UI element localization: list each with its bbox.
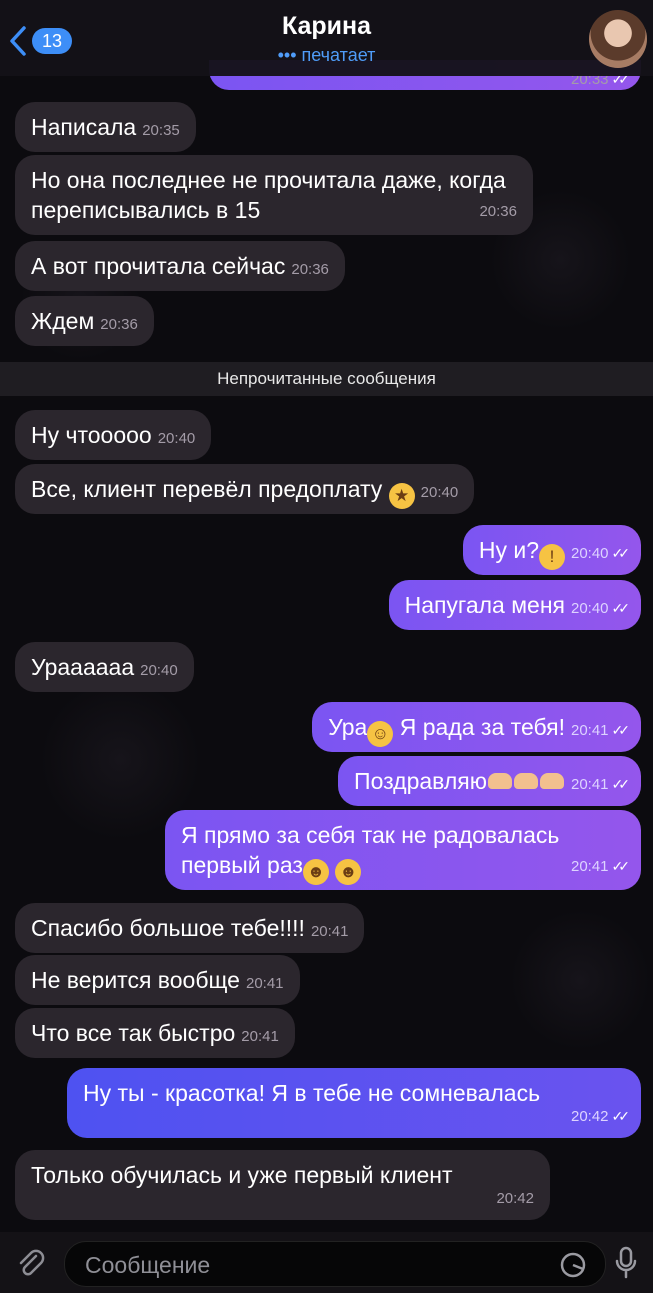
heart-hands-emoji-icon (539, 773, 564, 789)
message-text: Но она последнее не прочитала даже, когд… (31, 167, 506, 223)
message-text: Напугала меня (404, 592, 565, 618)
message-time: 20:40 (140, 662, 178, 679)
message-time: 20:41 (241, 1028, 279, 1045)
grinning-emoji-icon: ☻ (335, 859, 362, 885)
message-text: Не верится вообще (31, 967, 240, 993)
message-time: 20:42 (570, 1108, 609, 1125)
message-bubble-incoming[interactable]: Но она последнее не прочитала даже, когд… (15, 155, 533, 235)
message-bubble-outgoing[interactable]: Ну ты - красотка! Я в тебе не сомневалас… (67, 1068, 641, 1138)
message-meta: 20:42 ✓✓ (565, 1101, 631, 1132)
heart-hands-emoji-icon (513, 773, 538, 789)
microphone-icon[interactable] (615, 1246, 637, 1285)
message-text: Ждем (31, 308, 95, 334)
read-checkmarks-icon: ✓✓ (611, 545, 631, 561)
message-input[interactable]: Сообщение (64, 1241, 606, 1287)
message-time: 20:36 (479, 203, 517, 220)
read-checkmarks-icon: ✓✓ (611, 600, 631, 616)
typing-status: ••• печатает (277, 45, 376, 65)
message-meta: 20:41 ✓✓ (565, 851, 631, 882)
avatar[interactable] (589, 10, 647, 68)
heart-hands-emoji-icon (487, 773, 512, 789)
message-time: 20:35 (142, 122, 180, 139)
party-face-emoji-icon: ☺ (367, 721, 394, 747)
message-meta: 20:36 (473, 197, 517, 227)
message-bubble-outgoing[interactable]: Ну и?! 20:40 ✓✓ (462, 525, 641, 575)
message-bubble-outgoing[interactable]: Ура ☺ Я рада за тебя! 20:41 ✓✓ (312, 702, 641, 752)
sticker-icon[interactable] (559, 1251, 587, 1284)
message-time: 20:40 (420, 484, 459, 501)
message-time: 20:41 (310, 923, 349, 940)
message-text: Что все так быстро (31, 1020, 236, 1046)
message-time: 20:40 (570, 545, 609, 562)
message-time: 20:41 (570, 776, 609, 793)
message-time: 20:40 (570, 600, 609, 617)
message-text: Ну и? (478, 537, 539, 563)
message-text: Только обучилась и уже первый клиент (31, 1162, 453, 1188)
message-composer: Сообщение (0, 1232, 653, 1293)
unread-messages-divider: Непрочитанные сообщения (0, 362, 653, 396)
message-bubble-outgoing[interactable]: Поздравляю 20:41 ✓✓ (338, 756, 641, 806)
message-text: Все, клиент перевёл предоплату (31, 476, 383, 502)
message-bubble-incoming[interactable]: Ждем 20:36 (15, 296, 154, 346)
message-bubble-incoming[interactable]: Ну чтооооо 20:40 (15, 410, 212, 460)
message-text: Я рада за тебя! (399, 714, 565, 740)
chat-title[interactable]: Карина (0, 12, 653, 41)
message-text: Я прямо за себя так не радовалась первый… (181, 822, 560, 878)
message-text: Ура (328, 714, 368, 740)
message-text: Урааааaa (31, 654, 135, 680)
message-input-placeholder: Сообщение (85, 1252, 211, 1278)
message-meta: 20:42 (490, 1184, 534, 1214)
message-time: 20:41 (245, 975, 284, 992)
read-checkmarks-icon: ✓✓ (611, 776, 631, 792)
grinning-emoji-icon: ☻ (302, 859, 329, 885)
message-time: 20:41 (570, 722, 609, 739)
message-text: Поздравляю (354, 768, 487, 794)
message-bubble-outgoing[interactable]: Напугала меня 20:40 ✓✓ (388, 580, 641, 630)
message-bubble-incoming[interactable]: Написала 20:35 (15, 102, 196, 152)
message-bubble-incoming[interactable]: Урааааaa 20:40 (15, 642, 194, 692)
scared-emoji-icon: ! (538, 544, 565, 570)
read-checkmarks-icon: ✓✓ (611, 1108, 631, 1124)
chat-header: 13 Карина ••• печатает (0, 0, 653, 76)
message-time: 20:36 (291, 261, 329, 278)
paperclip-icon[interactable] (16, 1248, 46, 1285)
message-bubble-incoming[interactable]: А вот прочитала сейчас 20:36 (15, 241, 345, 291)
message-time: 20:41 (570, 858, 609, 875)
message-time: 20:40 (157, 430, 196, 447)
message-text: Написала (31, 114, 137, 140)
message-text: Ну чтооооо (31, 422, 152, 448)
message-bubble-incoming[interactable]: Что все так быстро 20:41 (15, 1008, 295, 1058)
message-time: 20:36 (100, 316, 138, 333)
message-bubble-outgoing[interactable]: Я прямо за себя так не радовалась первый… (165, 810, 641, 890)
message-bubble-incoming[interactable]: Спасибо большое тебе!!!! 20:41 (15, 903, 365, 953)
message-time: 20:42 (496, 1190, 534, 1207)
read-checkmarks-icon: ✓✓ (611, 722, 631, 738)
message-bubble-incoming[interactable]: Все, клиент перевёл предоплату ★ 20:40 (15, 464, 475, 514)
read-checkmarks-icon: ✓✓ (611, 858, 631, 874)
message-text: Ну ты - красотка! Я в тебе не сомневалас… (83, 1080, 541, 1106)
star-struck-emoji-icon: ★ (388, 483, 415, 509)
message-text: А вот прочитала сейчас (31, 253, 286, 279)
message-bubble-incoming[interactable]: Только обучилась и уже первый клиент 20:… (15, 1150, 550, 1220)
message-bubble-incoming[interactable]: Не верится вообще 20:41 (15, 955, 300, 1005)
message-text: Спасибо большое тебе!!!! (31, 915, 305, 941)
